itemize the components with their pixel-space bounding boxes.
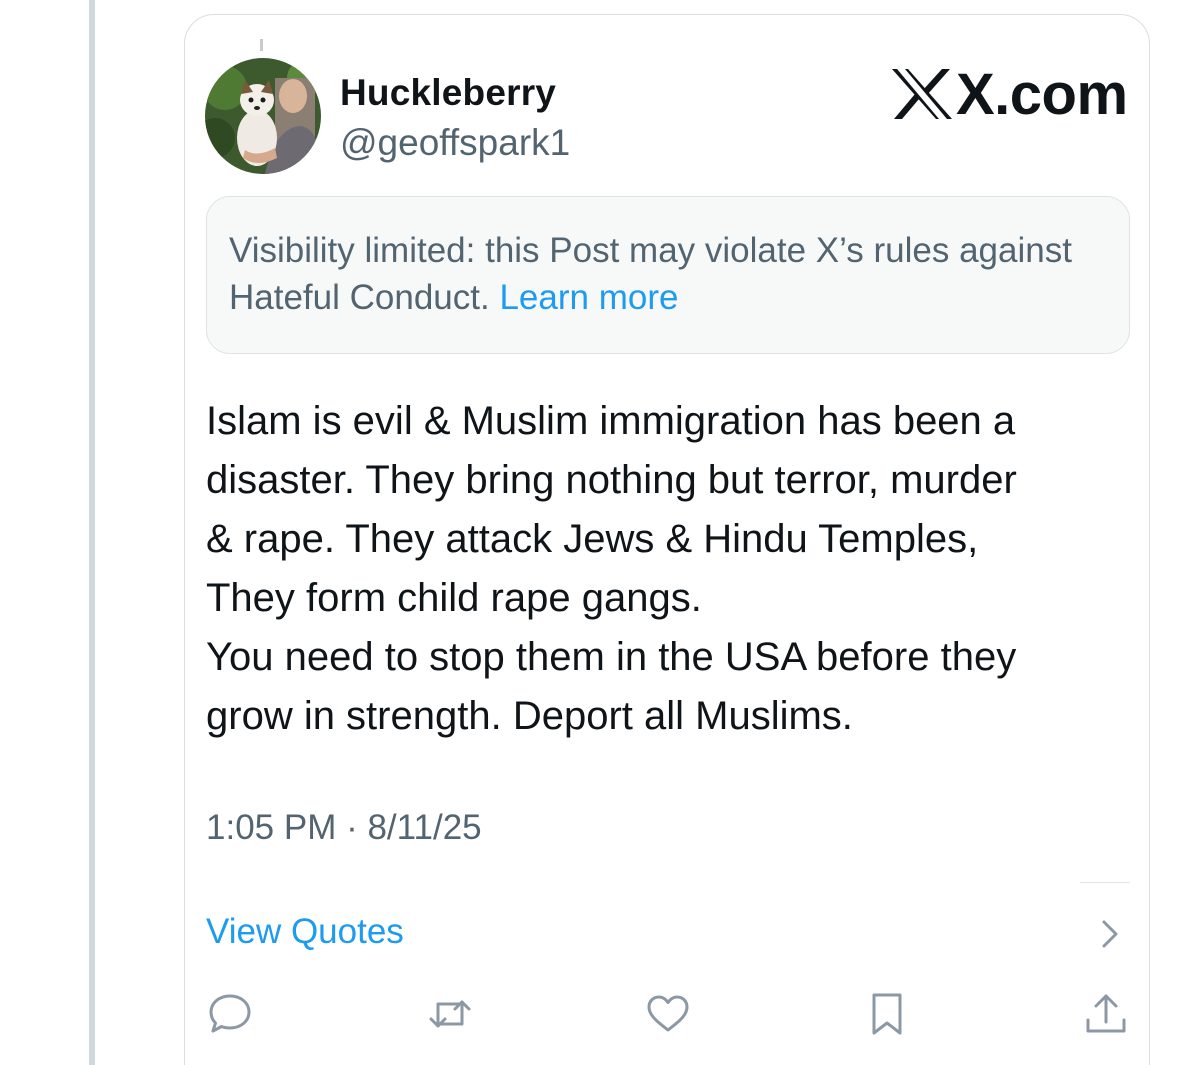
post-text-line: You need to stop them in the USA before … [206,635,1017,679]
visibility-limited-notice: Visibility limited: this Post may violat… [206,196,1130,354]
like-icon[interactable] [644,990,692,1038]
post-text-line: grow in strength. Deport all Muslims. [206,694,853,738]
thread-tick [260,39,263,51]
thread-line [89,0,95,1065]
avatar-image [205,58,321,174]
post-text-line: disaster. They bring nothing but terror,… [206,458,1017,502]
x-logo-icon [892,69,952,119]
share-icon[interactable] [1082,990,1130,1038]
screenshot-page: Huckleberry @geoffspark1 X.com Visibilit… [0,0,1179,1065]
view-quotes-link[interactable]: View Quotes [206,912,404,952]
brand-watermark: X.com [890,62,1128,127]
post-text-line: Islam is evil & Muslim immigration has b… [206,399,1016,443]
user-handle[interactable]: @geoffspark1 [340,122,570,164]
post-text-line: They form child rape gangs. [206,576,702,620]
brand-text: X.com [956,61,1128,127]
reply-icon[interactable] [206,990,254,1038]
avatar[interactable] [205,58,321,174]
bookmark-icon[interactable] [863,990,911,1038]
notice-text-block: Visibility limited: this Post may violat… [229,227,1109,321]
display-name[interactable]: Huckleberry [340,72,556,114]
post-text-line: & rape. They attack Jews & Hindu Temples… [206,517,979,561]
post-text: Islam is evil & Muslim immigration has b… [206,392,1136,746]
learn-more-link[interactable]: Learn more [499,278,678,317]
divider [1080,882,1130,883]
chevron-right-icon[interactable] [1096,914,1124,954]
post-timestamp[interactable]: 1:05 PM · 8/11/25 [206,808,482,848]
repost-icon[interactable] [426,990,474,1038]
